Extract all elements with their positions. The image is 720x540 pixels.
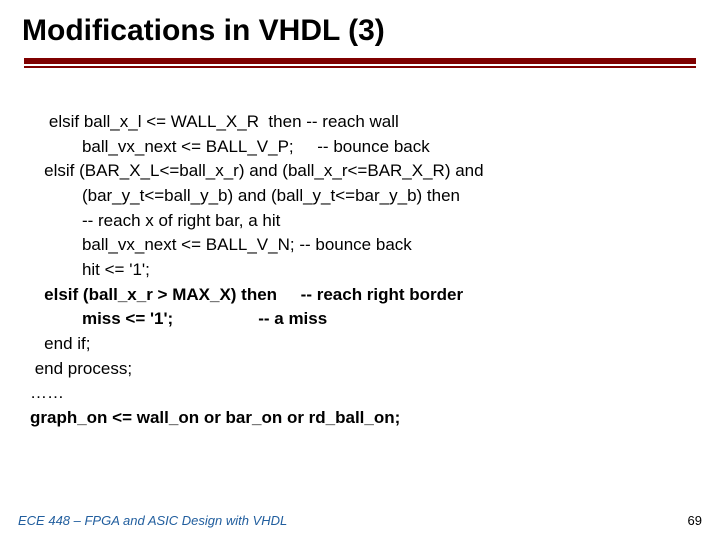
- footer: ECE 448 – FPGA and ASIC Design with VHDL…: [18, 513, 702, 528]
- page-number: 69: [688, 513, 702, 528]
- code-line: ball_vx_next <= BALL_V_P; -- bounce back: [30, 137, 430, 156]
- code-line: end process;: [30, 359, 132, 378]
- code-line: graph_on <= wall_on or bar_on or rd_ball…: [30, 408, 400, 427]
- code-block: elsif ball_x_l <= WALL_X_R then -- reach…: [18, 86, 702, 431]
- footer-left: ECE 448 – FPGA and ASIC Design with VHDL: [18, 513, 287, 528]
- title-rule: [24, 58, 696, 68]
- code-line: ……: [30, 383, 64, 402]
- slide: Modifications in VHDL (3) elsif ball_x_l…: [0, 0, 720, 540]
- code-line: hit <= '1';: [30, 260, 150, 279]
- code-line: elsif (ball_x_r > MAX_X) then -- reach r…: [30, 285, 463, 304]
- code-line: elsif (BAR_X_L<=ball_x_r) and (ball_x_r<…: [30, 161, 484, 180]
- code-line: -- reach x of right bar, a hit: [30, 211, 280, 230]
- code-line: elsif ball_x_l <= WALL_X_R then -- reach…: [30, 112, 399, 131]
- code-line: ball_vx_next <= BALL_V_N; -- bounce back: [30, 235, 412, 254]
- slide-title: Modifications in VHDL (3): [18, 12, 702, 50]
- code-line: miss <= '1'; -- a miss: [30, 309, 327, 328]
- code-line: (bar_y_t<=ball_y_b) and (ball_y_t<=bar_y…: [30, 186, 460, 205]
- code-line: end if;: [30, 334, 90, 353]
